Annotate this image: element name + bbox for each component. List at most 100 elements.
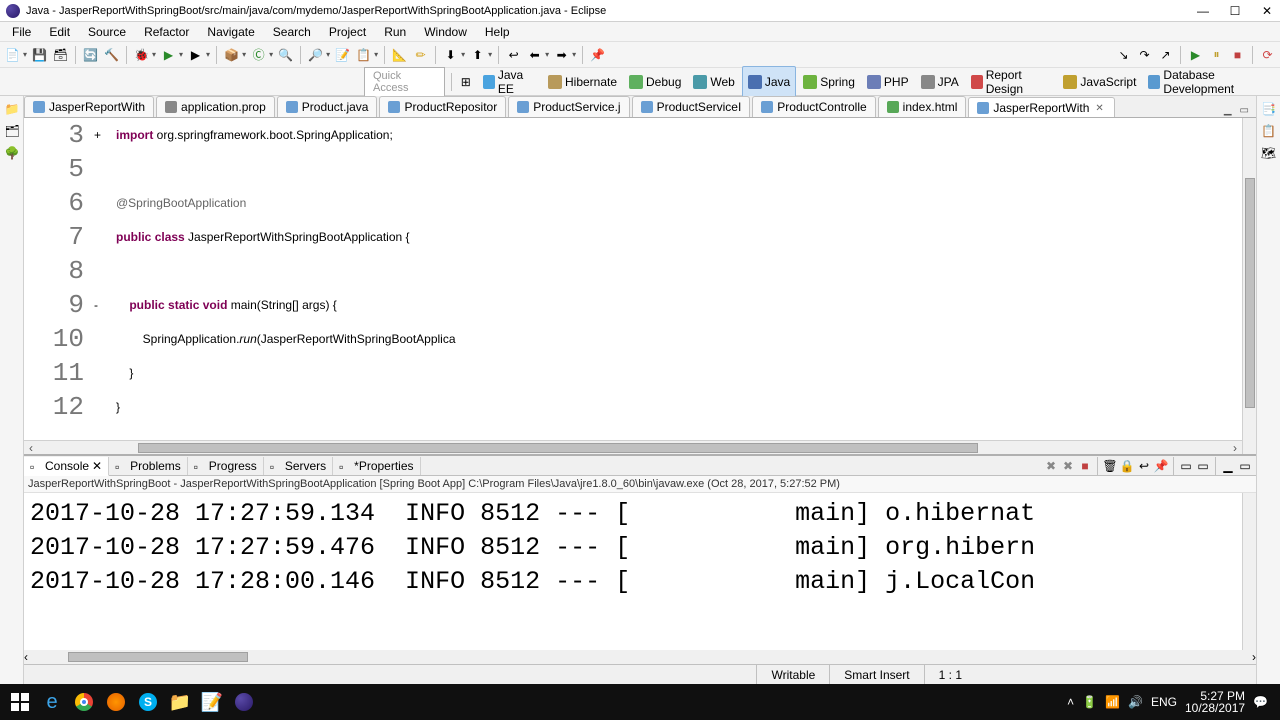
toggle-breadcrumb-icon[interactable]: 📐 — [391, 46, 408, 63]
close-tab-icon[interactable]: ✕ — [1093, 103, 1105, 114]
editor-tab[interactable]: ProductRepositor — [379, 96, 506, 117]
open-type-icon[interactable]: 🔍 — [277, 46, 294, 63]
minimap-icon[interactable]: 🗺 — [1261, 146, 1276, 160]
remove-all-icon[interactable]: ✖ — [1061, 459, 1075, 473]
menu-run[interactable]: Run — [376, 23, 414, 41]
maximize-view-icon[interactable]: ▭ — [1237, 104, 1252, 117]
editor-tab[interactable]: JasperReportWith — [24, 96, 154, 117]
editor-h-scrollbar[interactable]: ‹› — [24, 440, 1242, 454]
bottom-tab-console[interactable]: ▫Console ✕ — [24, 457, 109, 476]
editor-v-scrollbar[interactable] — [1242, 118, 1256, 454]
save-all-icon[interactable]: 🗃 — [52, 46, 69, 63]
menu-refactor[interactable]: Refactor — [136, 23, 197, 41]
menu-project[interactable]: Project — [321, 23, 374, 41]
step-over-icon[interactable]: ↷ — [1136, 46, 1153, 63]
edge-icon[interactable]: e — [36, 686, 68, 718]
terminate-icon[interactable]: ■ — [1229, 46, 1246, 63]
perspective-report-design[interactable]: Report Design — [966, 66, 1057, 98]
min-icon[interactable]: ▁ — [1221, 459, 1235, 473]
eclipse-taskbar-icon[interactable] — [228, 686, 260, 718]
pin-editor-icon[interactable]: 📌 — [589, 46, 606, 63]
bottom-tab-properties[interactable]: ▫*Properties — [333, 457, 420, 475]
tray-up-icon[interactable]: ˄ — [1067, 695, 1074, 709]
perspective-spring[interactable]: Spring — [798, 66, 860, 98]
save-icon[interactable]: 💾 — [31, 46, 48, 63]
menu-search[interactable]: Search — [265, 23, 319, 41]
menu-edit[interactable]: Edit — [41, 23, 78, 41]
skype-icon[interactable]: S — [132, 686, 164, 718]
perspective-hibernate[interactable]: Hibernate — [543, 66, 622, 98]
perspective-jpa[interactable]: JPA — [916, 66, 964, 98]
close-button[interactable]: ✕ — [1260, 4, 1274, 18]
system-clock[interactable]: 5:27 PM 10/28/2017 — [1185, 690, 1245, 714]
new-package-icon[interactable]: 📦 — [223, 46, 240, 63]
outline-icon[interactable]: 📑 — [1261, 102, 1276, 116]
console-v-scrollbar[interactable] — [1242, 493, 1256, 650]
volume-icon[interactable]: 🔊 — [1128, 695, 1143, 709]
task-icon[interactable]: 📋 — [355, 46, 372, 63]
bottom-tab-problems[interactable]: ▫Problems — [109, 457, 188, 475]
perspective-javascript[interactable]: JavaScript — [1058, 66, 1141, 98]
network-icon[interactable]: 📶 — [1105, 695, 1120, 709]
notepad-icon[interactable]: 📝 — [196, 686, 228, 718]
prev-annotation-icon[interactable]: ⬆ — [469, 46, 486, 63]
battery-icon[interactable]: 🔋 — [1082, 695, 1097, 709]
refresh-icon[interactable]: 🔄 — [82, 46, 99, 63]
editor-tab[interactable]: Product.java — [277, 96, 378, 117]
back-icon[interactable]: ⬅ — [526, 46, 543, 63]
max-icon[interactable]: ▭ — [1238, 459, 1252, 473]
navigator-icon[interactable]: 🗂 — [5, 124, 19, 138]
task-list-icon[interactable]: 📋 — [1261, 124, 1276, 138]
language-indicator[interactable]: ENG — [1151, 695, 1177, 709]
next-annotation-icon[interactable]: ⬇ — [442, 46, 459, 63]
notifications-icon[interactable]: 💬 — [1253, 695, 1268, 709]
hierarchy-icon[interactable]: 🌳 — [5, 146, 19, 160]
editor-tab[interactable]: ProductService.j — [508, 96, 629, 117]
new-class-icon[interactable]: Ⓒ — [250, 46, 267, 63]
editor-tab[interactable]: index.html — [878, 96, 967, 117]
perspective-php[interactable]: PHP — [862, 66, 914, 98]
search-icon[interactable]: 🔎 — [307, 46, 324, 63]
step-return-icon[interactable]: ↗ — [1157, 46, 1174, 63]
scroll-lock-icon[interactable]: 🔒 — [1120, 459, 1134, 473]
minimize-button[interactable]: — — [1196, 4, 1210, 18]
new-icon[interactable]: 📄 — [4, 46, 21, 63]
last-edit-icon[interactable]: ↩ — [505, 46, 522, 63]
pin-icon[interactable]: 📌 — [1154, 459, 1168, 473]
coverage-icon[interactable]: ▶ — [187, 46, 204, 63]
debug-icon[interactable]: 🐞 — [133, 46, 150, 63]
suspend-icon[interactable]: ⏸ — [1208, 46, 1225, 63]
toggle-mark-icon[interactable]: ✏ — [412, 46, 429, 63]
build-icon[interactable]: 🔨 — [103, 46, 120, 63]
editor-tab[interactable]: application.prop — [156, 96, 275, 117]
clear-icon[interactable]: 🗑 — [1103, 459, 1117, 473]
minimize-view-icon[interactable]: ▁ — [1221, 104, 1235, 117]
menu-source[interactable]: Source — [80, 23, 134, 41]
editor-tab[interactable]: ProductServiceI — [632, 96, 751, 117]
maximize-button[interactable]: ☐ — [1228, 4, 1242, 18]
forward-icon[interactable]: ➡ — [553, 46, 570, 63]
menu-file[interactable]: File — [4, 23, 39, 41]
perspective-database-development[interactable]: Database Development — [1143, 66, 1276, 98]
chrome-icon[interactable] — [68, 686, 100, 718]
menu-navigate[interactable]: Navigate — [199, 23, 262, 41]
perspective-web[interactable]: Web — [688, 66, 739, 98]
close-tab-icon[interactable]: ✕ — [92, 459, 102, 473]
relaunch-icon[interactable]: ⟳ — [1259, 46, 1276, 63]
run-icon[interactable]: ▶ — [160, 46, 177, 63]
console-h-scrollbar[interactable]: ‹› — [24, 650, 1256, 664]
terminate-btn-icon[interactable]: ■ — [1078, 459, 1092, 473]
firefox-icon[interactable] — [100, 686, 132, 718]
remove-launch-icon[interactable]: ✖ — [1044, 459, 1058, 473]
code-area[interactable]: 3+import org.springframework.boot.Spring… — [24, 118, 1242, 440]
bottom-tab-progress[interactable]: ▫Progress — [188, 457, 264, 475]
new-console-icon[interactable]: ▭ — [1196, 459, 1210, 473]
editor-tab[interactable]: JasperReportWith✕ — [968, 97, 1114, 118]
quick-access[interactable]: Quick Access — [364, 67, 445, 97]
perspective-java[interactable]: Java — [742, 66, 796, 98]
resume-icon[interactable]: ▶ — [1187, 46, 1204, 63]
menu-window[interactable]: Window — [416, 23, 475, 41]
step-into-icon[interactable]: ↘ — [1115, 46, 1132, 63]
perspective-java-ee[interactable]: Java EE — [478, 66, 541, 98]
editor-tab[interactable]: ProductControlle — [752, 96, 875, 117]
